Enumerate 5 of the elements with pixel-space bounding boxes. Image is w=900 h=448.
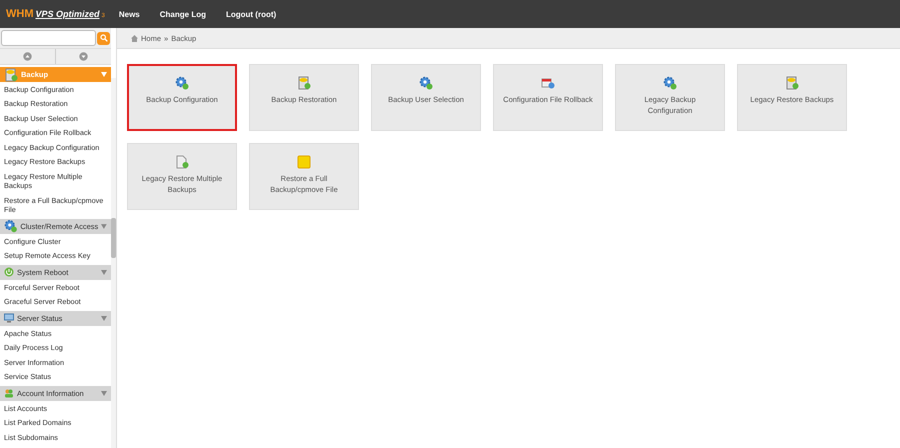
nav-link[interactable]: Logout (root) xyxy=(226,10,276,18)
logo-subtitle: VPS Optimized xyxy=(36,9,100,19)
logo-text: WHM xyxy=(6,8,34,20)
nav-link[interactable]: News xyxy=(118,10,140,18)
nav-link[interactable]: Change Log xyxy=(160,10,206,18)
